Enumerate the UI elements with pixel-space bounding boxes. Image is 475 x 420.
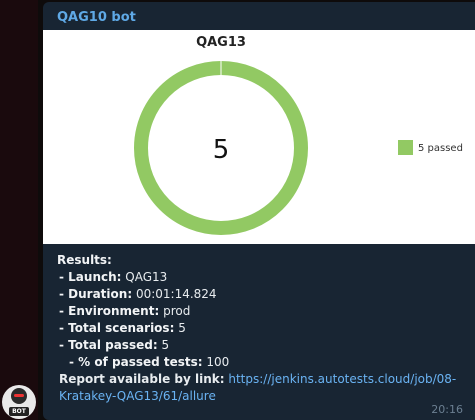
legend-swatch	[398, 140, 413, 155]
total-scenarios-line: - Total scenarios: 5	[59, 321, 186, 335]
chart-title: QAG13	[196, 35, 246, 50]
chart-image[interactable]: QAG13 5 5 passed	[43, 30, 475, 244]
message-time: 20:16	[431, 403, 463, 416]
message-bubble: QAG10 bot QAG13 5 5 passed Results: - La…	[43, 2, 475, 420]
results-text: Results: - Launch: QAG13 - Duration: 00:…	[57, 252, 469, 405]
launch-line: - Launch: QAG13	[59, 270, 168, 284]
environment-line: - Environment: prod	[59, 304, 191, 318]
chart-legend: 5 passed	[398, 140, 463, 155]
legend-label: 5 passed	[418, 143, 463, 154]
results-heading: Results:	[57, 253, 112, 267]
avatar-label: BOT	[9, 407, 29, 416]
robot-eyes-icon	[14, 394, 24, 397]
percent-passed-line: - % of passed tests: 100	[69, 355, 230, 369]
chart-center-value: 5	[213, 135, 230, 165]
chat-left-strip	[0, 0, 38, 420]
donut-chart: QAG13 5 5 passed	[134, 35, 463, 235]
total-passed-line: - Total passed: 5	[59, 338, 170, 352]
report-line: Report available by link: https://jenkin…	[59, 372, 457, 403]
bot-avatar[interactable]: BOT	[2, 385, 36, 419]
duration-line: - Duration: 00:01:14.824	[59, 287, 217, 301]
sender-name[interactable]: QAG10 bot	[57, 10, 136, 25]
